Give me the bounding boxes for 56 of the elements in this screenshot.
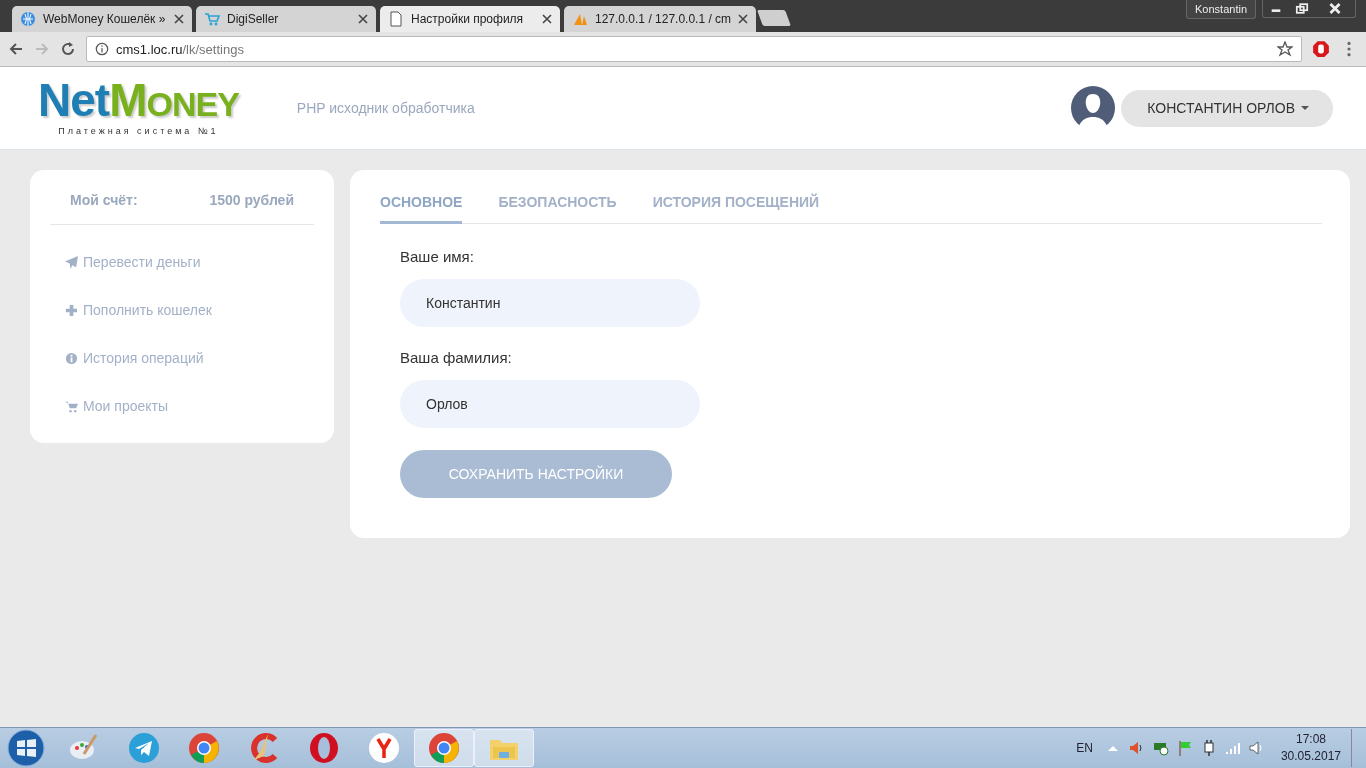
taskbar-app-button[interactable]: [414, 729, 474, 767]
browser-tab[interactable]: DigiSeller: [196, 6, 376, 32]
input-field[interactable]: Орлов: [400, 380, 700, 428]
language-indicator[interactable]: EN: [1076, 741, 1093, 755]
field-label: Ваша фамилия:: [400, 349, 512, 366]
balance-label: Мой счёт:: [70, 192, 138, 208]
start-button[interactable]: [6, 728, 46, 768]
browser-tab[interactable]: 127.0.0.1 / 127.0.0.1 / cm: [564, 6, 757, 32]
yandex-icon: [368, 732, 400, 764]
broom-icon: [248, 732, 280, 764]
cart-icon: [65, 399, 78, 413]
user-menu-button[interactable]: КОНСТАНТИН ОРЛОВ: [1121, 89, 1333, 127]
send-icon: [65, 255, 78, 269]
logo[interactable]: NetMONEY: [38, 80, 239, 124]
new-tab-button[interactable]: [757, 10, 791, 26]
info-icon: [65, 351, 78, 365]
page-icon: [388, 11, 404, 27]
close-icon[interactable]: [738, 14, 749, 24]
tab-title: WebMoney Кошелёк »: [43, 12, 167, 26]
avatar-silhouette: [1071, 86, 1116, 130]
address-field[interactable]: cms1.loc.ru/lk/settings: [86, 36, 1302, 62]
info-icon: [95, 42, 109, 56]
field-label: Ваше имя:: [400, 248, 474, 265]
profile-button[interactable]: Konstantin: [1186, 0, 1256, 19]
star-icon[interactable]: [1277, 41, 1293, 57]
tab-title: DigiSeller: [227, 12, 280, 26]
clock-time: 17:08: [1295, 731, 1326, 748]
tab-title: Настройки профиля: [411, 12, 525, 26]
flag-icon[interactable]: [1176, 740, 1193, 756]
globe-icon: [20, 11, 36, 27]
close-icon[interactable]: [174, 14, 184, 24]
tab-title: 127.0.0.1 / 127.0.0.1 / cm: [595, 12, 732, 26]
clock[interactable]: 17:08 30.05.2017: [1280, 731, 1341, 765]
close-icon[interactable]: [358, 14, 368, 24]
opera-icon: [308, 732, 340, 764]
network-card-icon[interactable]: [1152, 740, 1169, 756]
browser-tab[interactable]: WebMoney Кошелёк »: [12, 6, 192, 32]
paper-plane-icon: [128, 732, 160, 764]
speaker-icon[interactable]: [1128, 740, 1145, 756]
chrome-icon: [188, 732, 220, 764]
balance-value: 1500 рублей: [209, 192, 294, 208]
back-icon[interactable]: [8, 41, 24, 57]
chrome-icon: [428, 732, 460, 764]
plus-icon: [65, 303, 78, 317]
close-icon[interactable]: [542, 14, 552, 24]
reload-icon[interactable]: [60, 41, 76, 57]
site-subtitle: PHP исходник обработчика: [296, 100, 475, 116]
url-text: cms1.loc.ru/lk/settings: [116, 41, 245, 57]
logo-tagline: Платежная система №1: [58, 126, 219, 136]
input-field[interactable]: Константин: [400, 279, 700, 327]
clock-date: 30.05.2017: [1280, 748, 1341, 765]
browser-tab[interactable]: Настройки профиля: [380, 6, 560, 32]
stop-hand-icon[interactable]: [1312, 40, 1330, 58]
cart-icon: [204, 11, 220, 27]
volume-icon[interactable]: [1248, 740, 1265, 756]
caret-icon: [1301, 106, 1309, 110]
